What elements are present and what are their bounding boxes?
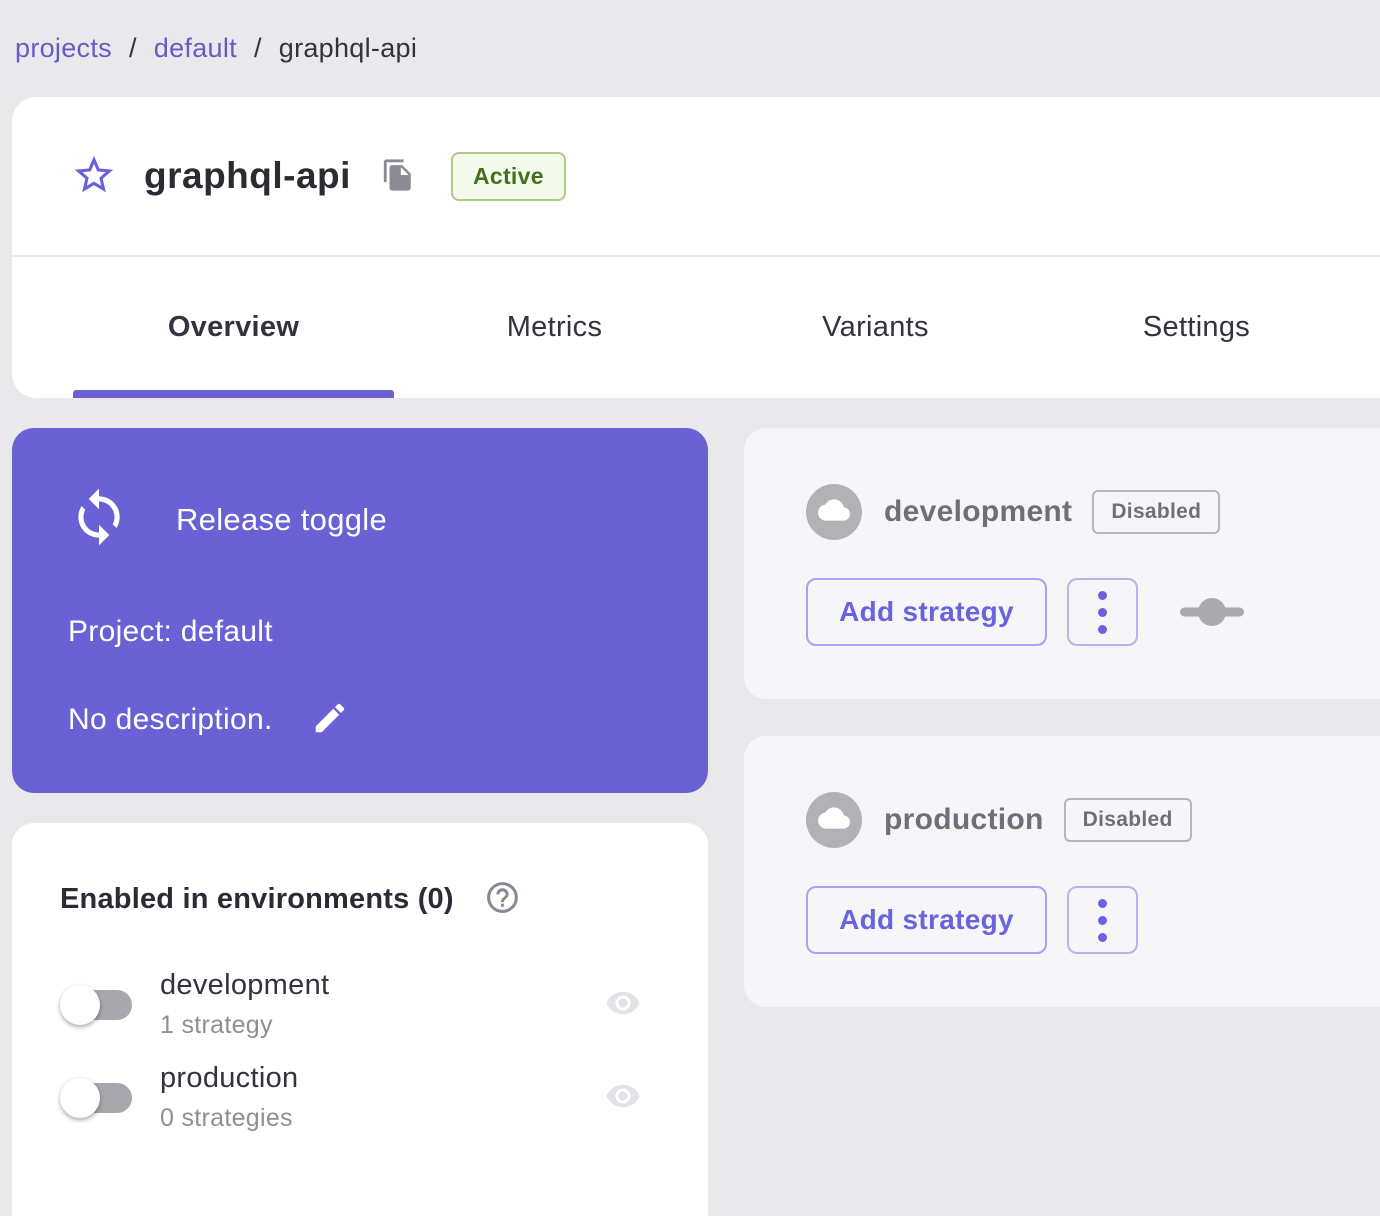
environment-row-production: production 0 strategies [60, 1062, 660, 1133]
feature-header-card: graphql-api Active Overview Metrics Vari… [12, 97, 1380, 398]
edit-description-button[interactable] [311, 699, 349, 740]
tab-metrics[interactable]: Metrics [394, 257, 715, 398]
environment-name: development [160, 969, 330, 1001]
kebab-menu-button[interactable] [1067, 578, 1138, 646]
kebab-dot [1098, 898, 1107, 908]
environment-avatar [806, 792, 862, 848]
cloud-icon [818, 494, 850, 531]
environment-card-production: production Disabled Add strategy [744, 736, 1380, 1007]
left-column: Release toggle Project: default No descr… [12, 428, 708, 1216]
environment-card-actions: Add strategy [806, 578, 1380, 646]
disabled-badge: Disabled [1092, 490, 1221, 534]
breadcrumb-link-default[interactable]: default [154, 33, 237, 64]
environment-strategy-count: 1 strategy [160, 1011, 273, 1039]
tab-overview[interactable]: Overview [73, 257, 394, 398]
help-button[interactable] [484, 879, 521, 919]
toggle-type-label: Release toggle [176, 501, 388, 537]
kebab-dot [1098, 932, 1107, 942]
disabled-badge: Disabled [1063, 798, 1192, 842]
environment-card-actions: Add strategy [806, 886, 1380, 954]
favorite-button[interactable] [70, 152, 118, 200]
environment-row-development: development 1 strategy [60, 969, 660, 1040]
add-strategy-button[interactable]: Add strategy [806, 578, 1047, 646]
copy-name-button[interactable] [381, 158, 415, 195]
enabled-environments-title: Enabled in environments (0) [60, 882, 454, 915]
enabled-environments-card: Enabled in environments (0) development … [12, 823, 708, 1216]
breadcrumb-link-projects[interactable]: projects [15, 33, 112, 64]
eye-icon [598, 1078, 648, 1117]
help-icon [484, 879, 521, 919]
feature-header-row: graphql-api Active [12, 97, 1380, 257]
description-row: No description. [68, 699, 652, 740]
kebab-dot [1098, 590, 1107, 600]
tab-settings[interactable]: Settings [1036, 257, 1357, 398]
kebab-dot [1098, 624, 1107, 634]
visibility-button-development[interactable] [598, 985, 648, 1024]
breadcrumb-separator: / [253, 33, 262, 63]
add-strategy-button[interactable]: Add strategy [806, 886, 1047, 954]
visibility-button-production[interactable] [598, 1078, 648, 1117]
breadcrumb-separator: / [128, 33, 137, 63]
loop-refresh-icon [68, 486, 130, 553]
environment-name: production [160, 1062, 299, 1094]
kebab-menu-button[interactable] [1067, 886, 1138, 954]
eye-icon [598, 985, 648, 1024]
copy-icon [381, 158, 415, 195]
kebab-dot [1098, 607, 1107, 617]
environment-toggle-production[interactable] [60, 1075, 134, 1121]
tab-variants[interactable]: Variants [715, 257, 1036, 398]
pencil-icon [311, 699, 349, 740]
environment-avatar [806, 484, 862, 540]
environment-card-name: development [884, 495, 1073, 528]
description-text: No description. [68, 702, 273, 736]
environment-toggle-development[interactable] [60, 982, 134, 1028]
page-title: graphql-api [144, 155, 351, 196]
environment-labels: development 1 strategy [160, 969, 329, 1040]
cloud-icon [818, 802, 850, 839]
project-label: Project: default [68, 615, 273, 648]
main-content: Release toggle Project: default No descr… [12, 428, 1380, 1216]
environment-labels: production 0 strategies [160, 1062, 298, 1133]
breadcrumb-current: graphql-api [278, 33, 418, 63]
tabs: Overview Metrics Variants Settings [12, 257, 1380, 398]
strategy-indicator-icon [1180, 598, 1244, 626]
toggle-type-header: Release toggle [68, 486, 652, 553]
environment-strategy-count: 0 strategies [160, 1104, 293, 1132]
kebab-dot [1098, 915, 1107, 925]
environment-card-development: development Disabled Add strategy [744, 428, 1380, 699]
enabled-environments-header: Enabled in environments (0) [60, 879, 660, 919]
right-column: development Disabled Add strategy produc… [744, 428, 1380, 1007]
star-icon [71, 152, 117, 201]
toggle-knob [60, 984, 100, 1025]
toggle-knob [60, 1077, 100, 1118]
status-badge: Active [450, 151, 566, 201]
breadcrumb: projects / default / graphql-api [0, 0, 1380, 97]
toggle-type-card: Release toggle Project: default No descr… [12, 428, 708, 793]
environment-card-header: development Disabled [806, 484, 1380, 540]
environment-card-name: production [884, 803, 1044, 836]
environment-card-header: production Disabled [806, 792, 1380, 848]
